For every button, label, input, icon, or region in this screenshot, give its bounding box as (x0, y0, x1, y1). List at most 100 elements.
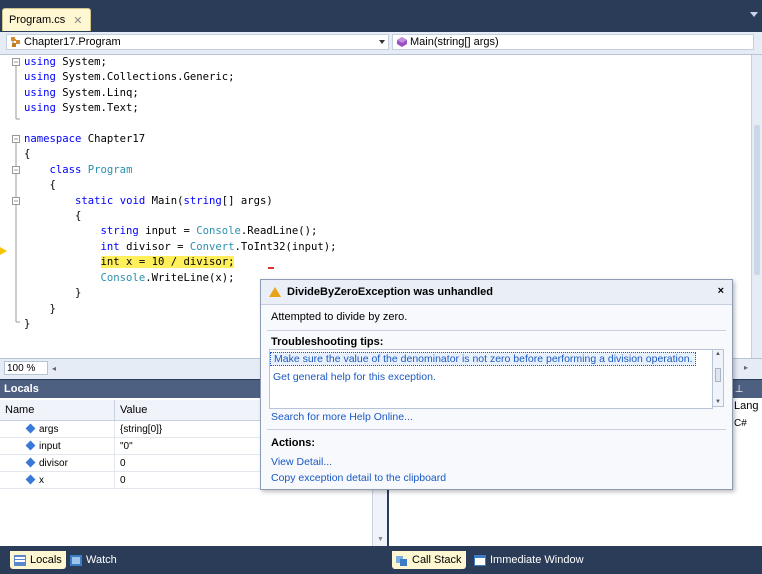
warning-icon (269, 287, 281, 297)
close-icon[interactable]: × (718, 285, 724, 297)
exception-message: Attempted to divide by zero. (271, 311, 408, 323)
editor-vertical-scrollbar[interactable] (751, 55, 762, 358)
code-token: { (24, 210, 82, 223)
tab-dropdown-icon[interactable] (750, 12, 758, 17)
member-dropdown-value: Main(string[] args) (410, 36, 499, 48)
code-line[interactable]: using System.Linq; (24, 86, 337, 101)
local-name: input (39, 440, 61, 452)
tab-locals-label: Locals (30, 554, 62, 566)
code-token: System.Linq; (55, 86, 139, 99)
exception-title-bar: DivideByZeroException was unhandled × (261, 280, 732, 305)
scroll-left-icon[interactable]: ◂ (52, 364, 56, 373)
chevron-down-icon (379, 40, 385, 44)
actions-heading: Actions: (271, 437, 315, 449)
code-token: Main( (145, 194, 184, 207)
tab-label: Program.cs (9, 14, 66, 26)
code-token: .ToInt32(input); (234, 240, 337, 253)
code-token: } (24, 287, 82, 300)
search-help-online-link[interactable]: Search for more Help Online... (271, 411, 413, 423)
member-dropdown[interactable]: Main(string[] args) (392, 34, 754, 50)
column-header-lang[interactable]: Lang (734, 400, 758, 412)
tab-program-cs[interactable]: Program.cs ✕ (2, 8, 92, 31)
code-token: .WriteLine(x); (145, 271, 235, 284)
tab-immediate-window[interactable]: Immediate Window (470, 551, 588, 569)
method-icon (397, 37, 407, 47)
copy-exception-detail-link[interactable]: Copy exception detail to the clipboard (271, 472, 446, 484)
code-line[interactable]: { (24, 147, 337, 162)
error-squiggle (268, 267, 274, 269)
code-token: Console (196, 225, 241, 238)
code-line[interactable]: using System.Collections.Generic; (24, 70, 337, 85)
code-token: Chapter17 (81, 133, 146, 146)
code-token: static (75, 194, 114, 207)
tips-scroll-thumb[interactable] (715, 368, 721, 382)
tab-call-stack[interactable]: Call Stack (392, 551, 466, 569)
scroll-down-icon[interactable]: ▼ (715, 399, 721, 405)
highlighted-statement: int x = 10 / divisor; (100, 256, 235, 269)
code-token: .ReadLine(); (240, 225, 318, 238)
code-token: using (24, 71, 56, 84)
tab-watch[interactable]: Watch (66, 551, 121, 569)
code-token: int (100, 240, 120, 253)
code-line[interactable]: { (24, 209, 337, 224)
code-token: using (24, 86, 56, 99)
code-token: class (49, 163, 82, 176)
code-token: Convert (189, 240, 235, 253)
scroll-up-icon[interactable]: ▲ (715, 351, 721, 357)
variable-icon (25, 440, 36, 450)
call-stack-icon (396, 555, 407, 566)
column-header-name[interactable]: Name (0, 400, 115, 421)
code-token: [] args) (221, 194, 273, 207)
tips-scrollbar[interactable]: ▲ ▼ (712, 349, 724, 407)
tab-watch-label: Watch (86, 554, 117, 566)
scroll-thumb[interactable] (754, 125, 760, 275)
current-statement-arrow-icon (0, 247, 7, 255)
variable-icon (25, 474, 36, 484)
code-line[interactable]: string input = Console.ReadLine(); (24, 224, 337, 239)
code-token: using (24, 56, 56, 68)
code-token: namespace (24, 133, 82, 146)
close-tab-icon[interactable]: ✕ (73, 14, 82, 27)
code-token: input = (138, 225, 197, 238)
divider (267, 429, 726, 430)
variable-icon (25, 423, 36, 433)
code-token: } (24, 302, 56, 315)
code-line[interactable]: int divisor = Convert.ToInt32(input); (24, 240, 337, 255)
code-token: { (24, 179, 56, 192)
code-token: using (24, 102, 56, 115)
tip-link-general-help[interactable]: Get general help for this exception. (270, 371, 436, 383)
scroll-right-icon[interactable]: ▸ (744, 363, 748, 372)
code-line[interactable]: static void Main(string[] args) (24, 194, 337, 209)
local-name-cell: args (0, 420, 115, 438)
local-name-cell: x (0, 471, 115, 489)
zoom-value: 100 % (7, 362, 36, 374)
divider (267, 330, 726, 331)
tip-link-denominator[interactable]: Make sure the value of the denominator i… (270, 352, 696, 366)
tab-locals[interactable]: Locals (10, 551, 66, 569)
code-token: string (183, 194, 222, 207)
code-line[interactable] (24, 117, 337, 132)
code-line[interactable]: using System.Text; (24, 101, 337, 116)
code-line[interactable]: using System; (24, 55, 337, 70)
view-detail-link[interactable]: View Detail... (271, 456, 332, 468)
code-line[interactable]: class Program (24, 163, 337, 178)
variable-icon (25, 457, 36, 467)
indicator-margin (0, 55, 10, 358)
code-token: { (24, 148, 31, 161)
code-line[interactable]: { (24, 178, 337, 193)
immediate-window-icon (474, 554, 486, 566)
code-line[interactable]: namespace Chapter17 (24, 132, 337, 147)
lang-value: C# (734, 418, 747, 429)
local-name-cell: input (0, 437, 115, 455)
tab-call-stack-label: Call Stack (412, 554, 462, 566)
scroll-down-icon[interactable]: ▼ (377, 536, 384, 543)
code-token: System; (55, 56, 107, 68)
type-dropdown[interactable]: Chapter17.Program (6, 34, 389, 50)
zoom-dropdown[interactable]: 100 % (4, 361, 48, 375)
code-line[interactable]: int x = 10 / divisor; (24, 255, 337, 270)
tab-immediate-window-label: Immediate Window (490, 554, 584, 566)
